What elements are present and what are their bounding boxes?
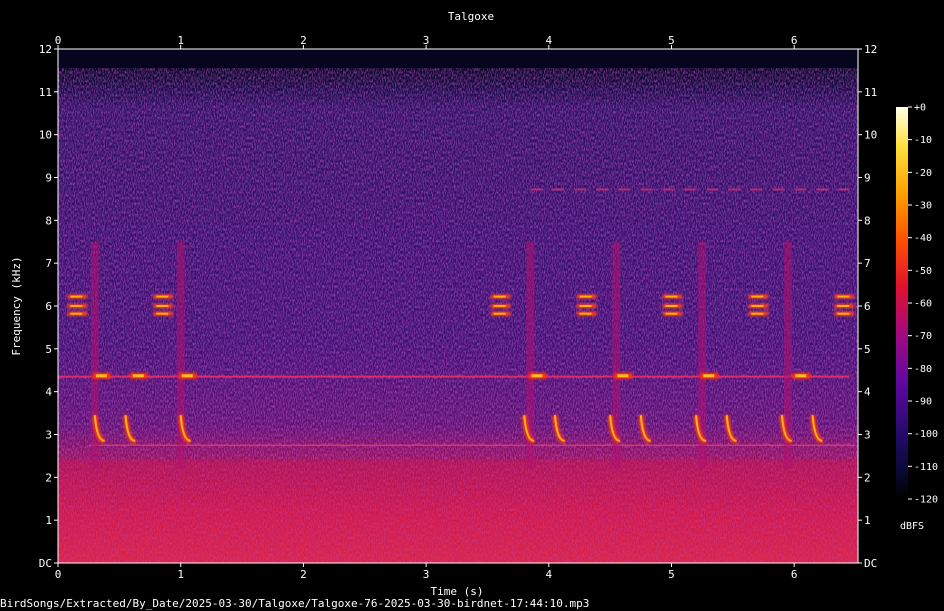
file-path-label: BirdSongs/Extracted/By_Date/2025-03-30/T… bbox=[0, 597, 590, 610]
x-tick-label-bottom: 1 bbox=[177, 568, 184, 581]
colorbar-tick-label: -40 bbox=[914, 233, 932, 244]
y-tick-label-left: 12 bbox=[39, 43, 52, 56]
x-tick-label-top: 0 bbox=[55, 34, 62, 47]
x-tick-label-top: 3 bbox=[423, 34, 430, 47]
note-6khz-core bbox=[70, 305, 83, 307]
y-tick-label-left: 5 bbox=[45, 343, 52, 356]
y-tick-label-left: 3 bbox=[45, 429, 52, 442]
y-tick-label-left: 2 bbox=[45, 471, 52, 484]
y-tick-label-right: 2 bbox=[864, 471, 871, 484]
note-6khz-core bbox=[579, 295, 592, 298]
note-4-35khz-core bbox=[531, 374, 543, 378]
note-6khz-core bbox=[156, 305, 169, 307]
colorbar-tick-label: -110 bbox=[914, 462, 938, 473]
x-tick-label-top: 2 bbox=[300, 34, 307, 47]
colorbar-tick-label: -30 bbox=[914, 201, 932, 212]
note-4-35khz-core bbox=[181, 374, 193, 378]
x-tick-label-bottom: 5 bbox=[668, 568, 675, 581]
colorbar-tick-label: -10 bbox=[914, 135, 932, 146]
x-tick-label-top: 6 bbox=[791, 34, 798, 47]
x-tick-label-bottom: 0 bbox=[55, 568, 62, 581]
note-6khz-core bbox=[579, 312, 592, 315]
x-tick-label-top: 1 bbox=[177, 34, 184, 47]
y-tick-label-left: 6 bbox=[45, 300, 52, 313]
colorbar-ticks: +0 -10 -20 -30 -40 -50 -60 -70 -80 -90 -100 -110 -12… bbox=[908, 103, 938, 506]
note-6khz-core bbox=[156, 295, 169, 298]
y-tick-label-right: 8 bbox=[864, 214, 871, 227]
x-tick-label-bottom: 6 bbox=[791, 568, 798, 581]
note-6khz-core bbox=[837, 312, 850, 315]
y-tick-label-left: 4 bbox=[45, 386, 52, 399]
x-tick-label-bottom: 2 bbox=[300, 568, 307, 581]
spectrogram-silent-band bbox=[58, 49, 858, 69]
note-6khz-core bbox=[665, 312, 678, 315]
y-tick-label-left: 10 bbox=[39, 129, 52, 142]
y-tick-label-left: 1 bbox=[45, 514, 52, 527]
note-6khz-core bbox=[751, 305, 764, 307]
y-tick-label-right: 9 bbox=[864, 172, 871, 185]
colorbar-tick-label: -50 bbox=[914, 266, 932, 277]
note-6khz-core bbox=[156, 312, 169, 315]
y-tick-label-right: 6 bbox=[864, 300, 871, 313]
note-4-35khz-core bbox=[95, 374, 107, 378]
x-tick-label-bottom: 4 bbox=[545, 568, 552, 581]
note-4-35khz-core bbox=[617, 374, 629, 378]
colorbar-unit-label: dBFS bbox=[900, 521, 924, 532]
y-axis-label: Frequency (kHz) bbox=[10, 256, 23, 355]
colorbar-tick-label: -90 bbox=[914, 397, 932, 408]
colorbar-tick-label: -20 bbox=[914, 168, 932, 179]
spectrogram-plot bbox=[57, 48, 859, 564]
colorbar-tick-label: -70 bbox=[914, 331, 932, 342]
note-6khz-core bbox=[579, 305, 592, 307]
x-tick-label-top: 5 bbox=[668, 34, 675, 47]
colorbar-tick-label: -120 bbox=[914, 495, 938, 506]
y-tick-label-right: 1 bbox=[864, 514, 871, 527]
colorbar-tick-label: +0 bbox=[914, 103, 926, 114]
y-tick-label-left: 7 bbox=[45, 257, 52, 270]
note-4-35khz-core bbox=[703, 374, 715, 378]
note-4-35khz-core bbox=[132, 374, 144, 378]
note-6khz-core bbox=[665, 305, 678, 307]
chart-title: Talgoxe bbox=[448, 10, 494, 23]
low-frequency-band bbox=[58, 460, 858, 563]
colorbar-tick-label: -100 bbox=[914, 429, 938, 440]
note-6khz-core bbox=[70, 312, 83, 315]
y-tick-label-right: 12 bbox=[864, 43, 877, 56]
note-6khz-core bbox=[665, 295, 678, 298]
colorbar-scale bbox=[896, 107, 908, 499]
y-tick-label-right: 10 bbox=[864, 129, 877, 142]
y-tick-label-right: 3 bbox=[864, 429, 871, 442]
colorbar-tick-label: -60 bbox=[914, 299, 932, 310]
note-6khz-core bbox=[493, 305, 506, 307]
y-tick-label-right: DC bbox=[864, 557, 877, 570]
note-6khz-core bbox=[70, 295, 83, 298]
y-tick-label-right: 5 bbox=[864, 343, 871, 356]
spectrogram-figure: 00112233445566DC DC1 12 23 34 45 56 67 78 89 910 10… bbox=[10, 10, 938, 598]
y-tick-label-left: 9 bbox=[45, 172, 52, 185]
x-tick-label-top: 4 bbox=[545, 34, 552, 47]
note-4-35khz-core bbox=[795, 374, 807, 378]
y-tick-label-right: 11 bbox=[864, 86, 877, 99]
y-tick-label-right: 4 bbox=[864, 386, 871, 399]
y-tick-label-left: DC bbox=[39, 557, 52, 570]
colorbar-tick-label: -80 bbox=[914, 364, 932, 375]
x-tick-label-bottom: 3 bbox=[423, 568, 430, 581]
y-tick-label-left: 11 bbox=[39, 86, 52, 99]
note-6khz-core bbox=[493, 312, 506, 315]
y-tick-label-right: 7 bbox=[864, 257, 871, 270]
note-6khz-core bbox=[837, 305, 850, 307]
note-6khz-core bbox=[751, 312, 764, 315]
y-tick-label-left: 8 bbox=[45, 214, 52, 227]
note-6khz-core bbox=[751, 295, 764, 298]
note-6khz-core bbox=[837, 295, 850, 298]
note-6khz-core bbox=[493, 295, 506, 298]
colorbar: +0 -10 -20 -30 -40 -50 -60 -70 -80 -90 -100 -110 -12… bbox=[896, 103, 938, 532]
